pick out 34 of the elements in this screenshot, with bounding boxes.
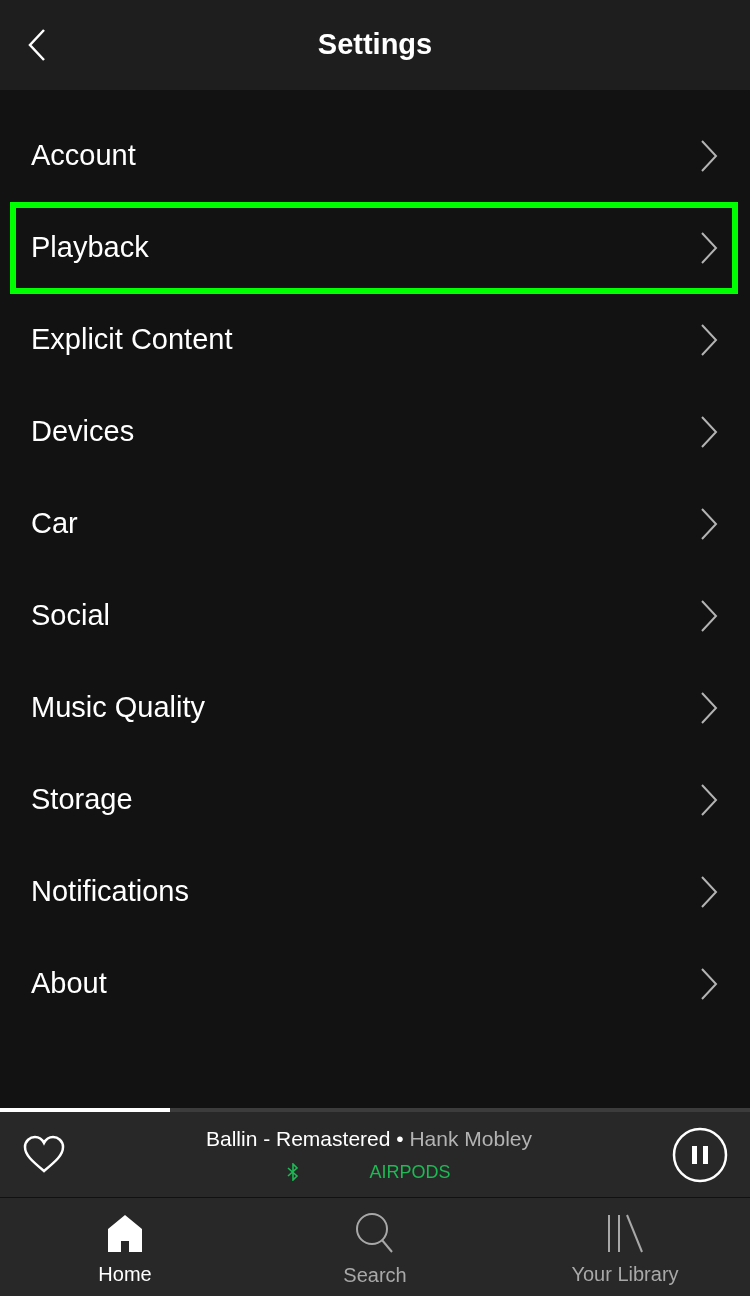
home-icon [106,1213,144,1253]
pause-button[interactable] [672,1126,728,1183]
settings-item[interactable]: Notifications [10,846,738,938]
settings-item[interactable]: Account [10,110,738,202]
chevron-icon [700,140,718,172]
settings-item[interactable]: Car [10,478,738,570]
settings-item[interactable]: Explicit Content [10,294,738,386]
tab[interactable]: Home [0,1198,250,1296]
chevron-icon [700,232,718,264]
chevron-icon [700,416,718,448]
tab[interactable]: Search [250,1198,500,1296]
chevron-icon [700,600,718,632]
like-button[interactable] [22,1134,66,1175]
pause-icon [672,1126,728,1183]
settings-item[interactable]: Devices [10,386,738,478]
settings-item[interactable]: Music Quality [10,662,738,754]
device-name: AIRPODS [369,1160,451,1184]
chevron-icon [700,784,718,816]
library-icon [605,1213,645,1253]
settings-item[interactable]: Playback [10,202,738,294]
heart-icon [22,1134,66,1175]
track-info: Ballin - Remastered • Hank Mobley [205,1126,533,1153]
settings-item[interactable]: Social [10,570,738,662]
search-icon [355,1212,395,1254]
chevron-icon [700,876,718,908]
chevron-icon [700,324,718,356]
chevron-icon [700,508,718,540]
tab[interactable]: Your Library [500,1198,750,1296]
chevron-icon [700,968,718,1000]
chevron-icon [700,692,718,724]
settings-item[interactable]: About [10,938,738,1030]
settings-item[interactable]: Storage [10,754,738,846]
page-title: Settings [317,27,433,63]
bluetooth-icon [287,1163,300,1182]
